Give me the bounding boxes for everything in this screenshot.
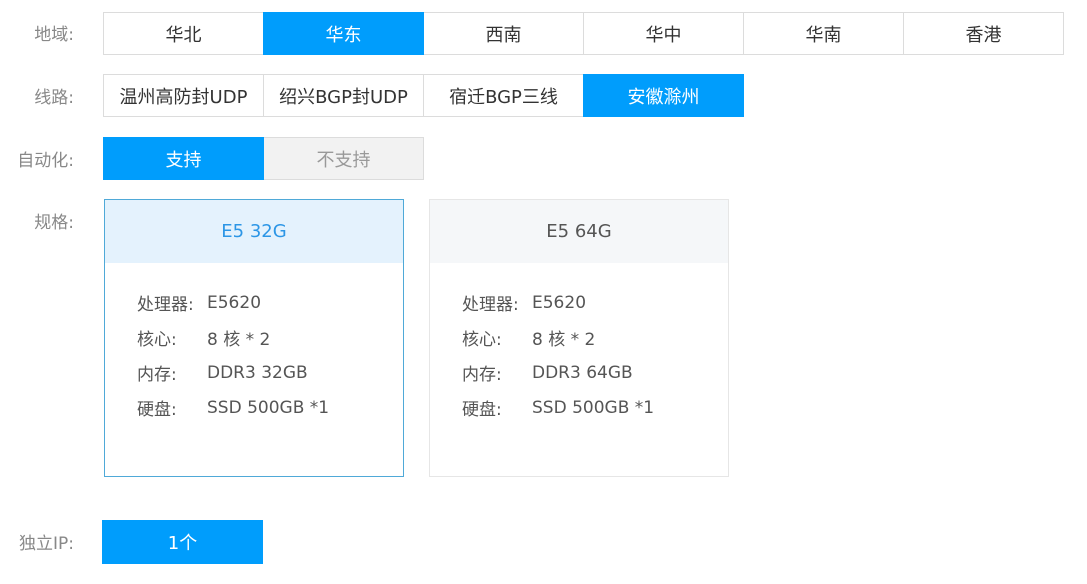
automation-options: 支持 不支持 (103, 137, 424, 180)
region-label: 地域: (34, 25, 74, 45)
line-option-shaoxing[interactable]: 绍兴BGP封UDP (263, 74, 424, 117)
spec-row-memory: 内存: DDR3 64GB (462, 355, 728, 390)
spec-card-title: E5 64G (430, 200, 728, 263)
spec-list: 处理器: E5620 核心: 8 核 * 2 内存: DDR3 32GB 硬盘:… (105, 263, 403, 425)
region-option-xinan[interactable]: 西南 (423, 12, 584, 55)
spec-value: SSD 500GB *1 (207, 397, 330, 418)
spec-row-disk: 硬盘: SSD 500GB *1 (462, 390, 728, 425)
spec-card-title: E5 32G (105, 200, 403, 263)
spec-value: SSD 500GB *1 (532, 397, 655, 418)
spec-row-disk: 硬盘: SSD 500GB *1 (137, 390, 403, 425)
line-options: 温州高防封UDP 绍兴BGP封UDP 宿迁BGP三线 安徽滁州 (103, 74, 744, 117)
spec-list: 处理器: E5620 核心: 8 核 * 2 内存: DDR3 64GB 硬盘:… (430, 263, 728, 425)
spec-key: 处理器: (462, 295, 519, 315)
spec-key: 处理器: (137, 295, 194, 315)
ip-label: 独立IP: (19, 534, 74, 554)
region-option-huanan[interactable]: 华南 (743, 12, 904, 55)
spec-value: E5620 (207, 292, 262, 313)
region-options: 华北 华东 西南 华中 华南 香港 (103, 12, 1064, 55)
automation-option-supported[interactable]: 支持 (103, 137, 264, 180)
region-option-huadong[interactable]: 华东 (263, 12, 424, 55)
spec-row-memory: 内存: DDR3 32GB (137, 355, 403, 390)
line-option-wenzhou[interactable]: 温州高防封UDP (103, 74, 264, 117)
line-label: 线路: (34, 88, 74, 108)
spec-key: 核心: (462, 330, 502, 350)
spec-key: 内存: (462, 365, 502, 385)
spec-key: 硬盘: (462, 400, 502, 420)
spec-row-cpu: 处理器: E5620 (137, 285, 403, 320)
line-option-suqian[interactable]: 宿迁BGP三线 (423, 74, 584, 117)
region-option-huabei[interactable]: 华北 (103, 12, 264, 55)
spec-value: DDR3 32GB (207, 362, 308, 383)
spec-key: 核心: (137, 330, 177, 350)
spec-card-e5-64g[interactable]: E5 64G 处理器: E5620 核心: 8 核 * 2 内存: DDR3 6… (429, 199, 729, 477)
spec-value: 8 核 * 2 (532, 330, 596, 350)
spec-value: DDR3 64GB (532, 362, 633, 383)
spec-label: 规格: (34, 213, 74, 233)
spec-key: 内存: (137, 365, 177, 385)
region-option-hongkong[interactable]: 香港 (903, 12, 1064, 55)
ip-count-button[interactable]: 1个 (102, 520, 263, 564)
spec-value: 8 核 * 2 (207, 330, 271, 350)
spec-row-cores: 核心: 8 核 * 2 (137, 320, 403, 355)
spec-card-e5-32g[interactable]: E5 32G 处理器: E5620 核心: 8 核 * 2 内存: DDR3 3… (104, 199, 404, 477)
spec-row-cores: 核心: 8 核 * 2 (462, 320, 728, 355)
spec-row-cpu: 处理器: E5620 (462, 285, 728, 320)
region-option-huazhong[interactable]: 华中 (583, 12, 744, 55)
automation-label: 自动化: (17, 151, 74, 171)
automation-option-unsupported[interactable]: 不支持 (263, 137, 424, 180)
spec-key: 硬盘: (137, 400, 177, 420)
spec-value: E5620 (532, 292, 587, 313)
line-option-anhui-chuzhou[interactable]: 安徽滁州 (583, 74, 744, 117)
